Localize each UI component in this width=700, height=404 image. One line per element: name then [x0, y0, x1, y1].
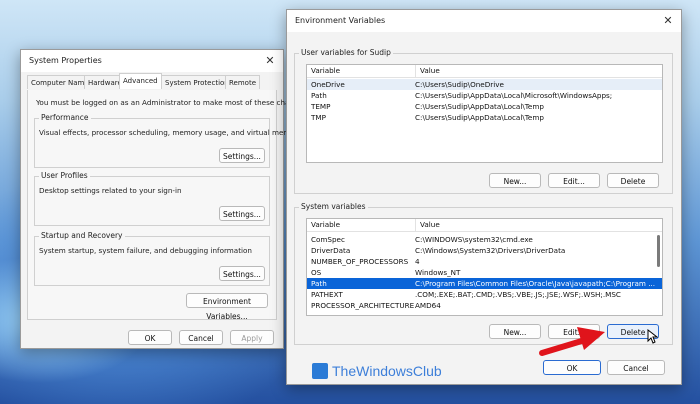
- tab-remote[interactable]: Remote: [225, 75, 261, 89]
- system-new-button[interactable]: New...: [489, 324, 541, 339]
- system-variables-group: System variables Variable Value ComSpec …: [294, 202, 673, 345]
- variable-cell: OS: [311, 268, 322, 277]
- user-delete-button[interactable]: Delete: [607, 173, 659, 188]
- column-variable[interactable]: Variable: [311, 65, 340, 77]
- table-row[interactable]: DriverData C:\Windows\System32\Drivers\D…: [307, 245, 662, 256]
- watermark-logo-icon: [312, 363, 328, 379]
- user-variables-group: User variables for Sudip Variable Value …: [294, 48, 673, 194]
- performance-description: Visual effects, processor scheduling, me…: [39, 128, 303, 137]
- system-variables-label: System variables: [299, 202, 368, 211]
- table-row[interactable]: PATHEXT .COM;.EXE;.BAT;.CMD;.VBS;.VBE;.J…: [307, 289, 662, 300]
- tab-strip: Computer Name Hardware Advanced System P…: [27, 73, 277, 91]
- watermark-text: TheWindowsClub: [332, 363, 442, 379]
- column-value[interactable]: Value: [415, 219, 440, 231]
- tab-advanced[interactable]: Advanced: [119, 73, 162, 89]
- table-row[interactable]: NUMBER_OF_PROCESSORS 4: [307, 256, 662, 267]
- startup-recovery-label: Startup and Recovery: [39, 231, 125, 240]
- window-title: Environment Variables: [295, 16, 386, 25]
- variable-cell: Path: [311, 91, 327, 100]
- table-row[interactable]: PROCESSOR_ARCHITECTURE AMD64: [307, 300, 662, 311]
- table-header: Variable Value: [307, 219, 662, 232]
- variable-cell: Path: [311, 279, 327, 288]
- variable-cell: PATHEXT: [311, 290, 343, 299]
- startup-recovery-settings-button[interactable]: Settings...: [219, 266, 265, 281]
- value-cell: C:\Users\Sudip\AppData\Local\Temp: [415, 113, 544, 122]
- variable-cell: PROCESSOR_ARCHITECTURE: [311, 301, 415, 310]
- system-variables-table[interactable]: Variable Value ComSpec C:\WINDOWS\system…: [306, 218, 663, 316]
- value-cell: C:\Users\Sudip\AppData\Local\Temp: [415, 102, 544, 111]
- tab-computer-name[interactable]: Computer Name: [27, 75, 93, 89]
- system-properties-window: System Properties ✕ Computer Name Hardwa…: [20, 49, 309, 349]
- user-profiles-group: User Profiles Desktop settings related t…: [34, 171, 270, 226]
- table-row[interactable]: OS Windows_NT: [307, 267, 662, 278]
- tab-panel: You must be logged on as an Administrato…: [27, 90, 309, 321]
- user-profiles-description: Desktop settings related to your sign-in: [39, 186, 182, 195]
- performance-settings-button[interactable]: Settings...: [219, 148, 265, 163]
- performance-label: Performance: [39, 113, 91, 122]
- variable-cell: NUMBER_OF_PROCESSORS: [311, 257, 409, 266]
- value-cell: .COM;.EXE;.BAT;.CMD;.VBS;.VBE;.JS;.JSE;.…: [415, 290, 621, 299]
- value-cell: AMD64: [415, 301, 441, 310]
- startup-recovery-group: Startup and Recovery System startup, sys…: [34, 231, 270, 286]
- table-row[interactable]: ComSpec C:\WINDOWS\system32\cmd.exe: [307, 234, 662, 245]
- env-cancel-button[interactable]: Cancel: [607, 360, 665, 375]
- table-row[interactable]: Path C:\Users\Sudip\AppData\Local\Micros…: [307, 90, 662, 101]
- ok-button[interactable]: OK: [128, 330, 172, 345]
- mouse-cursor-icon: [647, 329, 659, 344]
- user-new-button[interactable]: New...: [489, 173, 541, 188]
- table-row[interactable]: OneDrive C:\Users\Sudip\OneDrive: [307, 79, 662, 90]
- table-header: Variable Value: [307, 65, 662, 78]
- value-cell: C:\WINDOWS\system32\cmd.exe: [415, 235, 533, 244]
- user-profiles-label: User Profiles: [39, 171, 90, 180]
- tab-system-protection[interactable]: System Protection: [161, 75, 233, 89]
- scrollbar-thumb[interactable]: [657, 235, 660, 267]
- value-cell: C:\Users\Sudip\OneDrive: [415, 80, 504, 89]
- table-row[interactable]: TMP C:\Users\Sudip\AppData\Local\Temp: [307, 112, 662, 123]
- system-properties-titlebar: System Properties ✕: [21, 50, 283, 72]
- table-row-selected[interactable]: Path C:\Program Files\Common Files\Oracl…: [307, 278, 662, 289]
- variable-cell: OneDrive: [311, 80, 345, 89]
- value-cell: C:\Users\Sudip\AppData\Local\Microsoft\W…: [415, 91, 613, 100]
- user-variables-label: User variables for Sudip: [299, 48, 393, 57]
- system-edit-button[interactable]: Edit...: [548, 324, 600, 339]
- variable-cell: TEMP: [311, 102, 331, 111]
- user-variables-table[interactable]: Variable Value OneDrive C:\Users\Sudip\O…: [306, 64, 663, 163]
- value-cell: C:\Windows\System32\Drivers\DriverData: [415, 246, 566, 255]
- env-ok-button[interactable]: OK: [543, 360, 601, 375]
- variable-cell: ComSpec: [311, 235, 345, 244]
- env-titlebar: Environment Variables ✕: [287, 10, 681, 32]
- variable-cell: DriverData: [311, 246, 351, 255]
- window-title: System Properties: [29, 56, 102, 65]
- close-icon[interactable]: ✕: [661, 14, 675, 28]
- apply-button[interactable]: Apply: [230, 330, 274, 345]
- user-profiles-settings-button[interactable]: Settings...: [219, 206, 265, 221]
- table-row[interactable]: TEMP C:\Users\Sudip\AppData\Local\Temp: [307, 101, 662, 112]
- environment-variables-button[interactable]: Environment Variables...: [186, 293, 268, 321]
- column-variable[interactable]: Variable: [311, 219, 340, 231]
- value-cell: Windows_NT: [415, 268, 461, 277]
- cancel-button[interactable]: Cancel: [179, 330, 223, 345]
- variable-cell: TMP: [311, 113, 326, 122]
- startup-recovery-description: System startup, system failure, and debu…: [39, 246, 252, 255]
- admin-note: You must be logged on as an Administrato…: [36, 98, 310, 107]
- value-cell: 4: [415, 257, 420, 266]
- performance-group: Performance Visual effects, processor sc…: [34, 113, 302, 168]
- environment-variables-window: Environment Variables ✕ User variables f…: [286, 9, 682, 385]
- column-value[interactable]: Value: [415, 65, 440, 77]
- close-icon[interactable]: ✕: [263, 54, 277, 68]
- value-cell: C:\Program Files\Common Files\Oracle\Jav…: [415, 279, 656, 288]
- user-edit-button[interactable]: Edit...: [548, 173, 600, 188]
